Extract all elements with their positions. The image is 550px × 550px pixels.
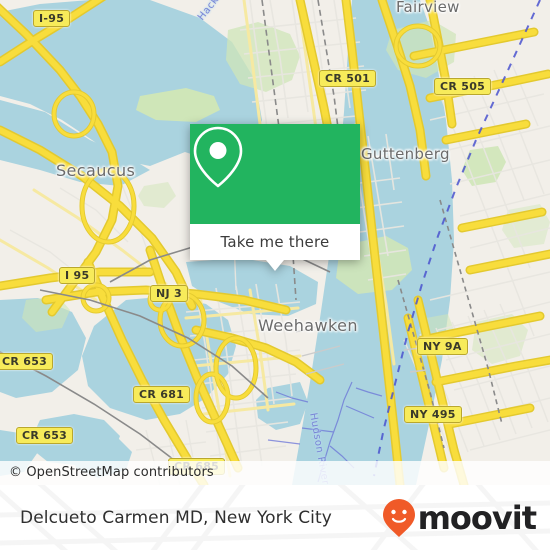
map-route-shield-cr653-west: CR 653 [0, 353, 54, 370]
footer-content: Delcueto Carmen MD, New York City moovit [0, 485, 550, 550]
map-route-shield-nj3: NJ 3 [150, 285, 188, 302]
map-route-shield-cr653-south: CR 653 [16, 427, 74, 444]
map-route-shield-i95-south: I 95 [59, 267, 96, 284]
map-route-shield-ny9a: NY 9A [417, 338, 468, 355]
map-route-shield-cr505: CR 505 [434, 78, 492, 95]
map-canvas[interactable]: Secaucus Fairview Guttenberg Weehawken H… [0, 0, 550, 485]
map-route-shield-ny495: NY 495 [404, 406, 462, 423]
moovit-wordmark: moovit [417, 498, 537, 537]
location-popup-card[interactable]: Take me there [190, 124, 360, 271]
moovit-map-screenshot: Secaucus Fairview Guttenberg Weehawken H… [0, 0, 550, 550]
map-route-shield-i95-north: I-95 [33, 10, 71, 27]
osm-attribution[interactable]: © OpenStreetMap contributors [0, 461, 550, 485]
page-title: Delcueto Carmen MD, New York City [20, 507, 332, 528]
popup-pointer-tail [266, 260, 284, 271]
map-route-shield-cr501: CR 501 [319, 70, 377, 87]
popup-icon-panel [190, 124, 360, 224]
take-me-there-button[interactable]: Take me there [190, 224, 360, 260]
map-pin-icon [193, 126, 243, 188]
map-route-shield-cr681: CR 681 [133, 386, 191, 403]
moovit-smiley-pin-icon [382, 498, 415, 537]
moovit-logo[interactable]: moovit [382, 498, 537, 538]
footer-bar: Delcueto Carmen MD, New York City moovit [0, 485, 550, 550]
